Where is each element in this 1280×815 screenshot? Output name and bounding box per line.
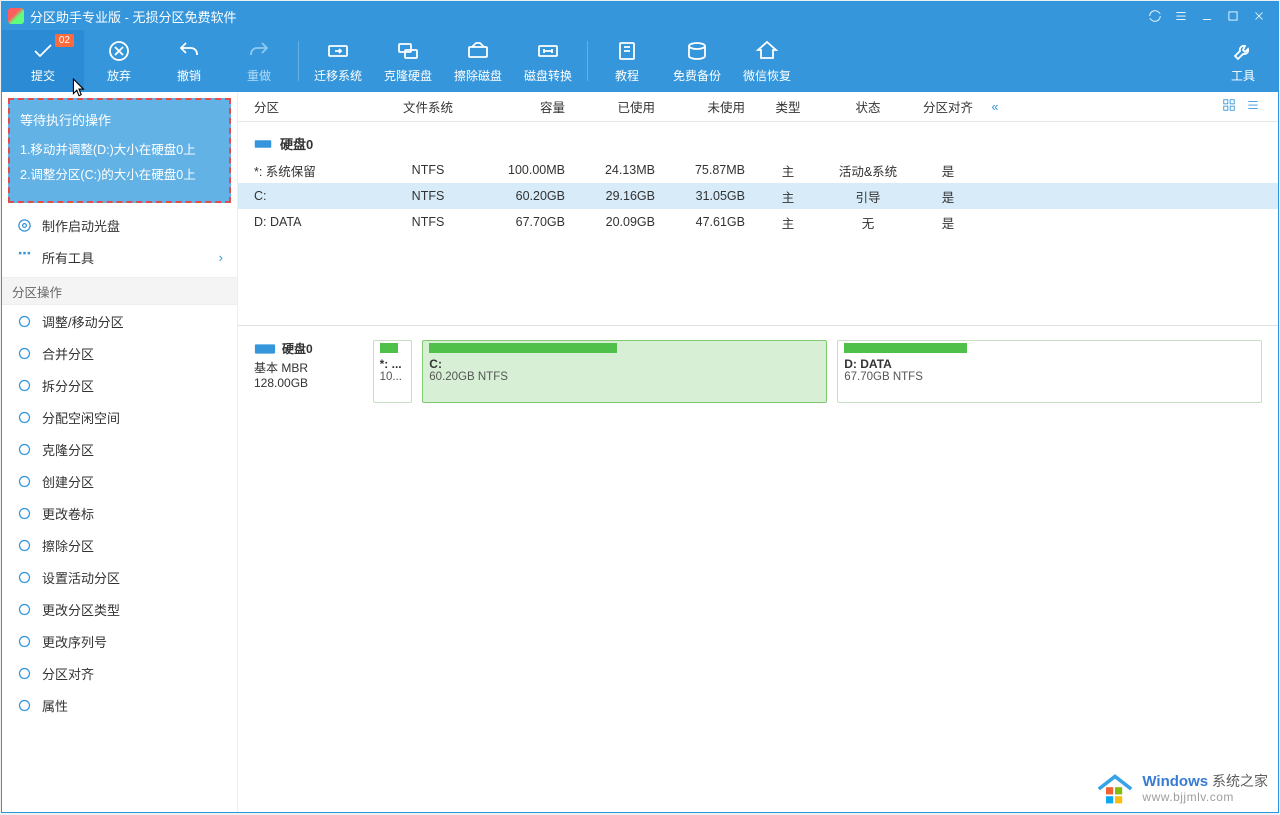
pending-operations: 等待执行的操作 1.移动并调整(D:)大小在硬盘0上 2.调整分区(C:)的大小… — [8, 98, 231, 203]
col-free[interactable]: 未使用 — [663, 97, 753, 116]
partition-table: *: 系统保留NTFS100.00MB24.13MB75.87MB主活动&系统是… — [238, 157, 1278, 235]
close-icon[interactable] — [1246, 3, 1272, 29]
main: 分区 文件系统 容量 已使用 未使用 类型 状态 分区对齐 « 硬盘0 *: 系… — [238, 92, 1278, 812]
wipe-button[interactable]: 擦除磁盘 — [443, 30, 513, 92]
grid-icon — [16, 249, 32, 265]
more-columns-icon[interactable]: « — [983, 100, 1007, 114]
op-icon — [16, 697, 32, 713]
col-filesystem[interactable]: 文件系统 — [383, 97, 473, 116]
sidebar-op-item[interactable]: 属性 — [2, 689, 237, 721]
op-icon — [16, 601, 32, 617]
op-icon — [16, 409, 32, 425]
col-used[interactable]: 已使用 — [573, 97, 663, 116]
sidebar-op-item[interactable]: 更改卷标 — [2, 497, 237, 529]
partition-bar-c[interactable]: C:60.20GB NTFS — [422, 340, 827, 403]
op-icon — [16, 441, 32, 457]
view-list-icon[interactable] — [1246, 98, 1270, 115]
titlebar: 分区助手专业版 - 无损分区免费软件 — [2, 2, 1278, 30]
col-type[interactable]: 类型 — [753, 97, 823, 116]
op-icon — [16, 313, 32, 329]
disk-header[interactable]: 硬盘0 — [238, 122, 1278, 157]
sidebar-op-item[interactable]: 创建分区 — [2, 465, 237, 497]
sidebar-op-item[interactable]: 分配空闲空间 — [2, 401, 237, 433]
commit-button[interactable]: 02 提交 — [2, 30, 84, 92]
body: 等待执行的操作 1.移动并调整(D:)大小在硬盘0上 2.调整分区(C:)的大小… — [2, 92, 1278, 812]
tools-button[interactable]: 工具 — [1208, 30, 1278, 92]
op-icon — [16, 345, 32, 361]
op-icon — [16, 665, 32, 681]
undo-button[interactable]: 撤销 — [154, 30, 224, 92]
sidebar-op-item[interactable]: 擦除分区 — [2, 529, 237, 561]
maximize-icon[interactable] — [1220, 3, 1246, 29]
sidebar-op-item[interactable]: 更改分区类型 — [2, 593, 237, 625]
op-icon — [16, 505, 32, 521]
table-row[interactable]: C:NTFS60.20GB29.16GB31.05GB主引导是 — [238, 183, 1278, 209]
cursor-icon — [72, 78, 86, 98]
sidebar-op-item[interactable]: 更改序列号 — [2, 625, 237, 657]
toolbar: 02 提交 放弃 撤销 重做 迁移系统 克隆硬盘 擦除磁盘 磁盘转换 教程 免费… — [2, 30, 1278, 92]
partition-bar-reserved[interactable]: *: ...10... — [373, 340, 413, 403]
watermark-logo-icon — [1094, 771, 1136, 807]
disk-visual: 硬盘0 基本 MBR 128.00GB *: ...10... C:60.20G… — [238, 325, 1278, 417]
sidebar-op-item[interactable]: 调整/移动分区 — [2, 305, 237, 337]
column-header: 分区 文件系统 容量 已使用 未使用 类型 状态 分区对齐 « — [238, 92, 1278, 122]
sidebar-op-item[interactable]: 克隆分区 — [2, 433, 237, 465]
view-grid-icon[interactable] — [1222, 98, 1246, 115]
clone-button[interactable]: 克隆硬盘 — [373, 30, 443, 92]
refresh-icon[interactable] — [1142, 3, 1168, 29]
pending-title: 等待执行的操作 — [20, 110, 219, 129]
table-row[interactable]: D: DATANTFS67.70GB20.09GB47.61GB主无是 — [238, 209, 1278, 235]
tutorial-button[interactable]: 教程 — [592, 30, 662, 92]
wechat-button[interactable]: 微信恢复 — [732, 30, 802, 92]
watermark: Windows 系统之家 www.bjjmlv.com — [1094, 771, 1268, 807]
col-capacity[interactable]: 容量 — [473, 97, 573, 116]
op-icon — [16, 633, 32, 649]
migrate-button[interactable]: 迁移系统 — [303, 30, 373, 92]
col-partition[interactable]: 分区 — [238, 97, 383, 116]
commit-badge: 02 — [55, 34, 74, 47]
sidebar-item-boot-disc[interactable]: 制作启动光盘 — [2, 209, 237, 241]
redo-button[interactable]: 重做 — [224, 30, 294, 92]
minimize-icon[interactable] — [1194, 3, 1220, 29]
op-icon — [16, 569, 32, 585]
sidebar-op-item[interactable]: 拆分分区 — [2, 369, 237, 401]
backup-button[interactable]: 免费备份 — [662, 30, 732, 92]
disk-summary[interactable]: 硬盘0 基本 MBR 128.00GB — [254, 340, 363, 403]
convert-button[interactable]: 磁盘转换 — [513, 30, 583, 92]
sidebar-section-header: 分区操作 — [2, 277, 237, 305]
chevron-right-icon: › — [219, 250, 223, 265]
pending-item[interactable]: 1.移动并调整(D:)大小在硬盘0上 — [20, 139, 219, 158]
app-window: 分区助手专业版 - 无损分区免费软件 02 提交 放弃 撤销 重做 迁移系统 克… — [1, 1, 1279, 813]
sidebar-op-item[interactable]: 设置活动分区 — [2, 561, 237, 593]
col-align[interactable]: 分区对齐 — [913, 97, 983, 116]
op-icon — [16, 473, 32, 489]
discard-button[interactable]: 放弃 — [84, 30, 154, 92]
sidebar-op-item[interactable]: 分区对齐 — [2, 657, 237, 689]
op-icon — [16, 377, 32, 393]
app-logo-icon — [8, 8, 24, 24]
menu-icon[interactable] — [1168, 3, 1194, 29]
sidebar: 等待执行的操作 1.移动并调整(D:)大小在硬盘0上 2.调整分区(C:)的大小… — [2, 92, 238, 812]
table-row[interactable]: *: 系统保留NTFS100.00MB24.13MB75.87MB主活动&系统是 — [238, 157, 1278, 183]
pending-item[interactable]: 2.调整分区(C:)的大小在硬盘0上 — [20, 164, 219, 183]
partition-bar-d[interactable]: D: DATA67.70GB NTFS — [837, 340, 1262, 403]
sidebar-item-all-tools[interactable]: 所有工具› — [2, 241, 237, 273]
sidebar-op-item[interactable]: 合并分区 — [2, 337, 237, 369]
op-icon — [16, 537, 32, 553]
col-status[interactable]: 状态 — [823, 97, 913, 116]
disc-icon — [16, 217, 32, 233]
window-title: 分区助手专业版 - 无损分区免费软件 — [30, 7, 1142, 26]
